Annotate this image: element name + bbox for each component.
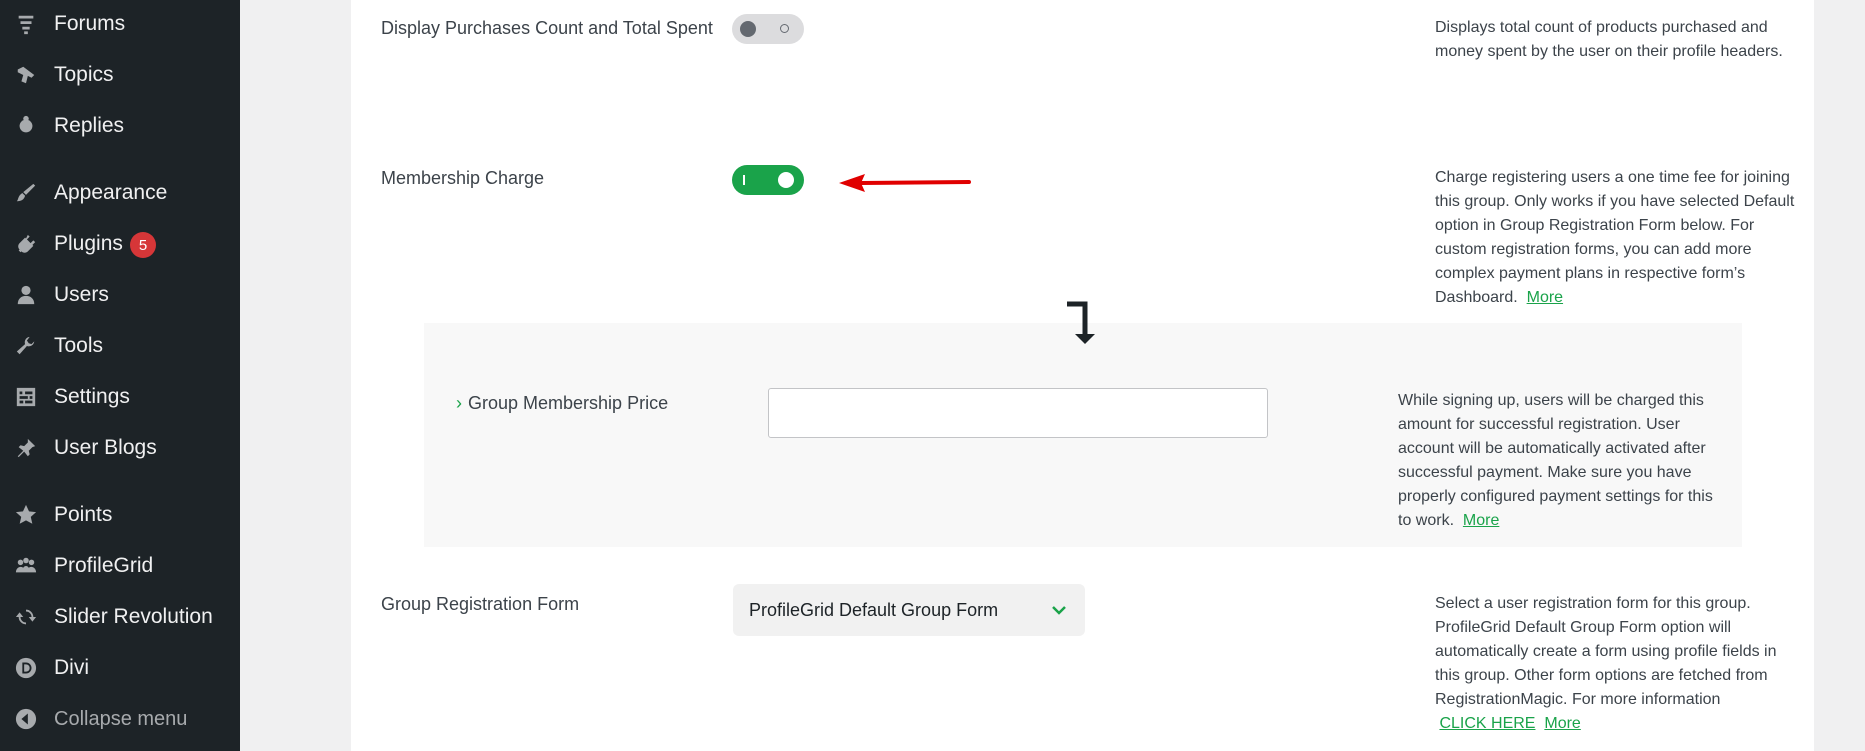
toggle-off-mark: [780, 24, 789, 33]
sidebar-item-slider-revolution[interactable]: Slider Revolution: [0, 597, 240, 637]
wrench-icon: [14, 334, 38, 358]
sidebar-item-profilegrid[interactable]: ProfileGrid: [0, 546, 240, 586]
membership-charge-description: Charge registering users a one time fee …: [1435, 169, 1795, 306]
user-icon: [14, 283, 38, 307]
plug-icon: [14, 232, 38, 256]
membership-charge-toggle[interactable]: [732, 165, 804, 195]
sidebar-item-user-blogs[interactable]: User Blogs: [0, 428, 240, 468]
toggle-knob: [778, 172, 794, 188]
registration-form-description: Select a user registration form for this…: [1435, 595, 1777, 732]
topics-icon: [14, 63, 38, 87]
sidebar-item-label: Plugins: [54, 232, 123, 255]
price-more-link[interactable]: More: [1463, 512, 1499, 529]
registration-form-label: Group Registration Form: [381, 594, 580, 614]
chevron-down-icon: [1052, 606, 1066, 615]
plugins-update-badge: 5: [130, 232, 156, 258]
sidebar-item-replies[interactable]: Replies: [0, 106, 240, 146]
sidebar-item-label: Settings: [54, 385, 130, 408]
sidebar-item-label: Divi: [54, 656, 89, 679]
sidebar-item-label: Forums: [54, 12, 126, 35]
paint-brush-icon: [14, 181, 38, 205]
sidebar-item-label: User Blogs: [54, 436, 157, 459]
sidebar-item-label: Topics: [54, 63, 114, 86]
sidebar-item-tools[interactable]: Tools: [0, 326, 240, 366]
settings-panel: Display Purchases Count and Total Spent …: [351, 0, 1814, 751]
membership-charge-label: Membership Charge: [381, 168, 545, 188]
sidebar-item-label: ProfileGrid: [54, 554, 154, 577]
star-icon: [14, 503, 38, 527]
pushpin-icon: [14, 436, 38, 460]
sidebar-item-label: Slider Revolution: [54, 605, 213, 628]
purchases-count-toggle[interactable]: [732, 14, 804, 44]
sidebar-item-label: Tools: [54, 334, 104, 357]
sidebar-item-forums[interactable]: Forums: [0, 4, 240, 44]
sidebar-item-appearance[interactable]: Appearance: [0, 173, 240, 213]
membership-price-description: While signing up, users will be charged …: [1398, 392, 1713, 529]
sidebar-item-divi[interactable]: Divi: [0, 648, 240, 688]
purchases-count-description: Displays total count of products purchas…: [1435, 19, 1783, 60]
toggle-knob: [740, 21, 756, 37]
refresh-icon: [14, 605, 38, 629]
registration-more-link[interactable]: More: [1544, 715, 1580, 732]
registration-form-selected: ProfileGrid Default Group Form: [749, 599, 999, 620]
red-annotation-arrow: [839, 174, 971, 192]
replies-icon: [14, 114, 38, 138]
membership-price-input[interactable]: [768, 388, 1268, 438]
sidebar-item-settings[interactable]: Settings: [0, 377, 240, 417]
registration-form-select[interactable]: ProfileGrid Default Group Form: [733, 584, 1085, 636]
admin-sidebar: Forums Topics Replies Appearance Plugins…: [0, 0, 240, 751]
click-here-link[interactable]: CLICK HERE: [1439, 715, 1535, 732]
groups-icon: [14, 554, 38, 578]
purchases-count-label: Display Purchases Count and Total Spent: [381, 18, 713, 38]
forums-icon: [14, 12, 38, 36]
toggle-on-mark: [743, 175, 745, 185]
sidebar-item-label: Appearance: [54, 181, 168, 204]
collapse-icon: [14, 707, 38, 731]
settings-icon: [14, 385, 38, 409]
sidebar-item-users[interactable]: Users: [0, 275, 240, 315]
sidebar-item-plugins[interactable]: Plugins 5: [0, 224, 240, 264]
sidebar-item-label: Points: [54, 503, 113, 526]
divi-logo-icon: [14, 656, 38, 680]
sidebar-item-label: Users: [54, 283, 109, 306]
sidebar-item-topics[interactable]: Topics: [0, 55, 240, 95]
sidebar-item-points[interactable]: Points: [0, 495, 240, 535]
membership-more-link[interactable]: More: [1527, 289, 1563, 306]
arrow-down-right-icon: [1067, 301, 1095, 344]
chevron-right-icon: ›: [456, 393, 462, 413]
sidebar-item-label: Replies: [54, 114, 125, 137]
membership-price-label: › Group Membership Price: [456, 393, 669, 413]
sidebar-item-label: Collapse menu: [54, 707, 188, 730]
collapse-menu-button[interactable]: Collapse menu: [0, 699, 240, 739]
